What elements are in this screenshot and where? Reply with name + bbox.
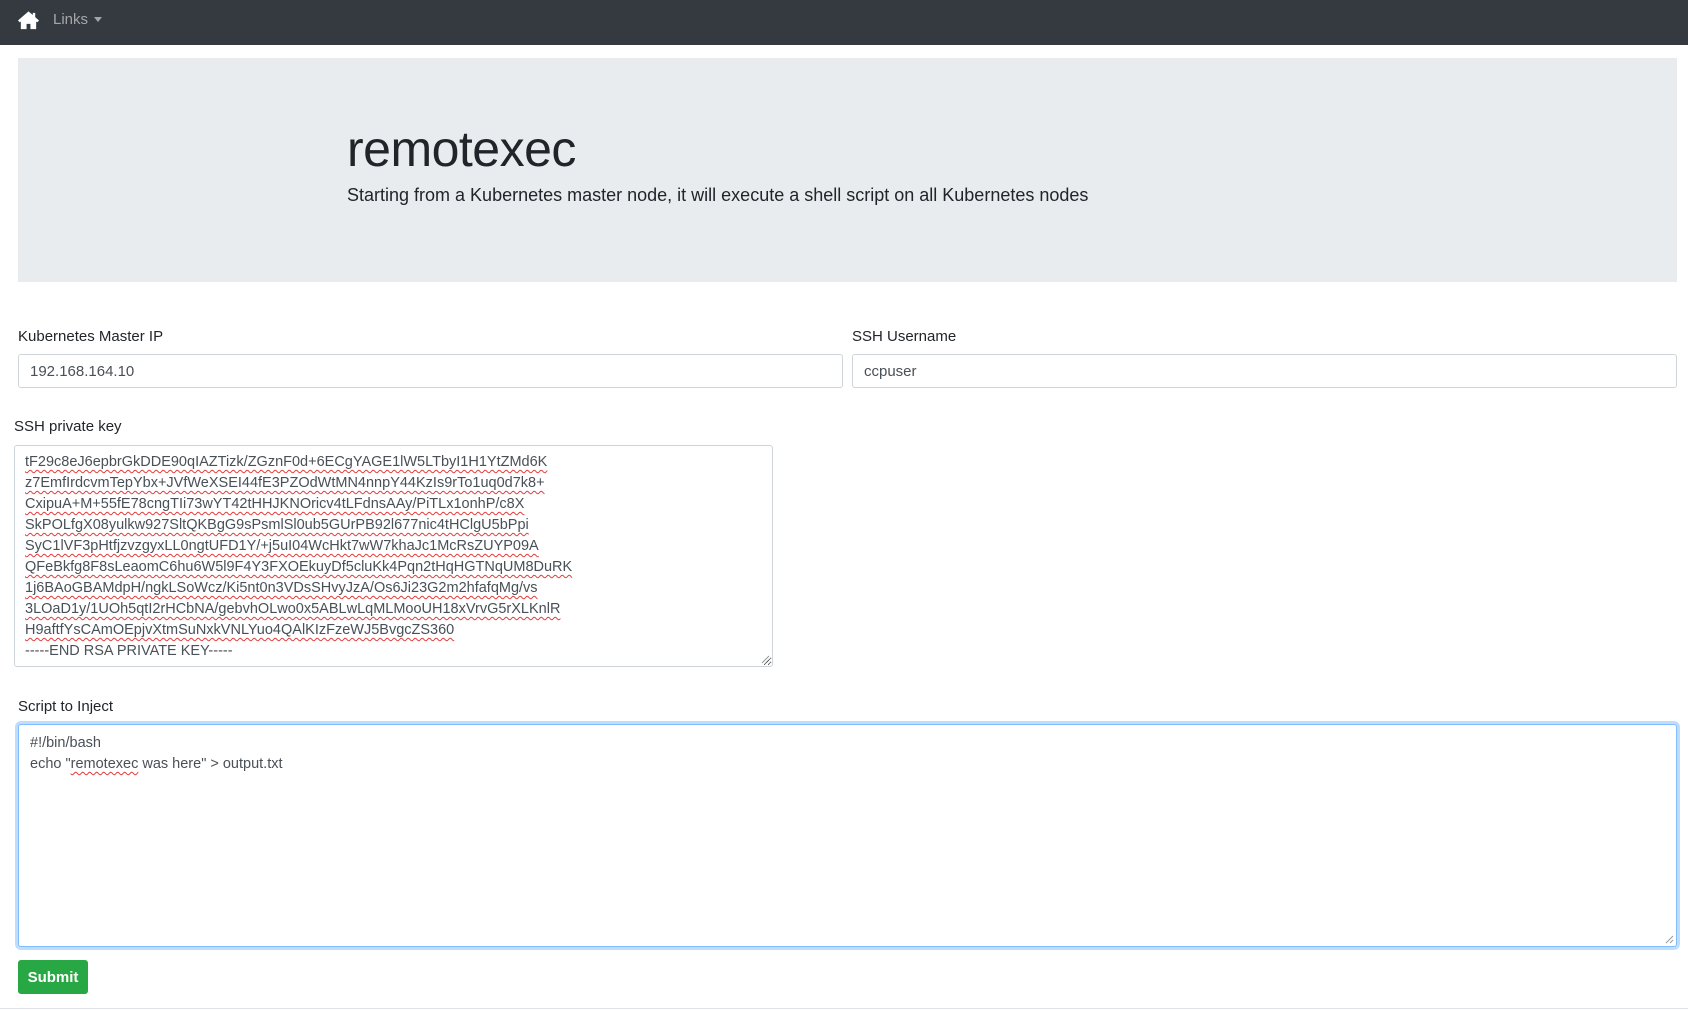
- resize-handle-icon[interactable]: [761, 655, 770, 664]
- ssh-key-line: CxipuA+M+55fE78cngTIi73wYT42tHHJKNOricv4…: [25, 496, 525, 512]
- script-line: echo "remotexec was here" > output.txt: [30, 754, 1665, 775]
- ssh-key-line: H9aftfYsCAmOEpjvXtmSuNxkVNLYuo4QAlKIzFze…: [25, 622, 455, 638]
- home-icon[interactable]: [17, 10, 40, 30]
- ssh-key-line: z7EmfIrdcvmTepYbx+JVfWeXSEI44fE3PZOdWtMN…: [25, 475, 545, 491]
- ssh-key-line: tF29c8eJ6epbrGkDDE90qIAZTizk/ZGznF0d+6EC…: [25, 454, 548, 470]
- ssh-key-textarea[interactable]: tF29c8eJ6epbrGkDDE90qIAZTizk/ZGznF0d+6EC…: [14, 445, 773, 667]
- script-text: was here" > output.txt: [138, 756, 283, 772]
- submit-button[interactable]: Submit: [18, 960, 88, 994]
- resize-handle-icon[interactable]: [1665, 935, 1674, 944]
- ssh-key-label: SSH private key: [14, 418, 122, 435]
- page-subtitle: Starting from a Kubernetes master node, …: [347, 185, 1089, 205]
- links-dropdown[interactable]: Links: [53, 11, 103, 28]
- chevron-down-icon: [94, 17, 103, 22]
- links-label: Links: [53, 11, 89, 28]
- script-label: Script to Inject: [18, 698, 114, 715]
- script-line: #!/bin/bash: [30, 735, 101, 751]
- ssh-key-line: 3LOaD1y/1UOh5qtI2rHCbNA/gebvhOLwo0x5ABLw…: [25, 601, 561, 617]
- ssh-key-line: SyC1lVF3pHtfjzvzgyxLL0ngtUFD1Y/+j5uI04Wc…: [25, 538, 539, 554]
- master-ip-label: Kubernetes Master IP: [18, 328, 164, 345]
- jumbotron: remotexec Starting from a Kubernetes mas…: [18, 58, 1677, 282]
- navbar: Links: [0, 0, 1688, 45]
- script-text: remotexec: [70, 756, 139, 772]
- page-title: remotexec: [347, 121, 576, 177]
- ssh-key-content: tF29c8eJ6epbrGkDDE90qIAZTizk/ZGznF0d+6EC…: [25, 452, 572, 662]
- ssh-key-line: -----END RSA PRIVATE KEY-----: [25, 643, 233, 659]
- script-text: echo ": [30, 756, 71, 772]
- ssh-username-input[interactable]: [852, 354, 1677, 388]
- divider: [0, 1008, 1688, 1009]
- master-ip-input[interactable]: [18, 354, 843, 388]
- ssh-key-line: 1j6BAoGBAMdpH/ngkLSoWcz/Ki5nt0n3VDsSHvyJ…: [25, 580, 538, 596]
- ssh-key-line: QFeBkfg8F8sLeaomC6hu6W5l9F4Y3FXOEkuyDf5c…: [25, 559, 573, 575]
- script-textarea[interactable]: #!/bin/bash echo "remotexec was here" > …: [18, 724, 1677, 947]
- ssh-username-label: SSH Username: [852, 328, 957, 345]
- ssh-key-line: SkPOLfgX08yulkw927SltQKBgG9sPsmlSl0ub5GU…: [25, 517, 529, 533]
